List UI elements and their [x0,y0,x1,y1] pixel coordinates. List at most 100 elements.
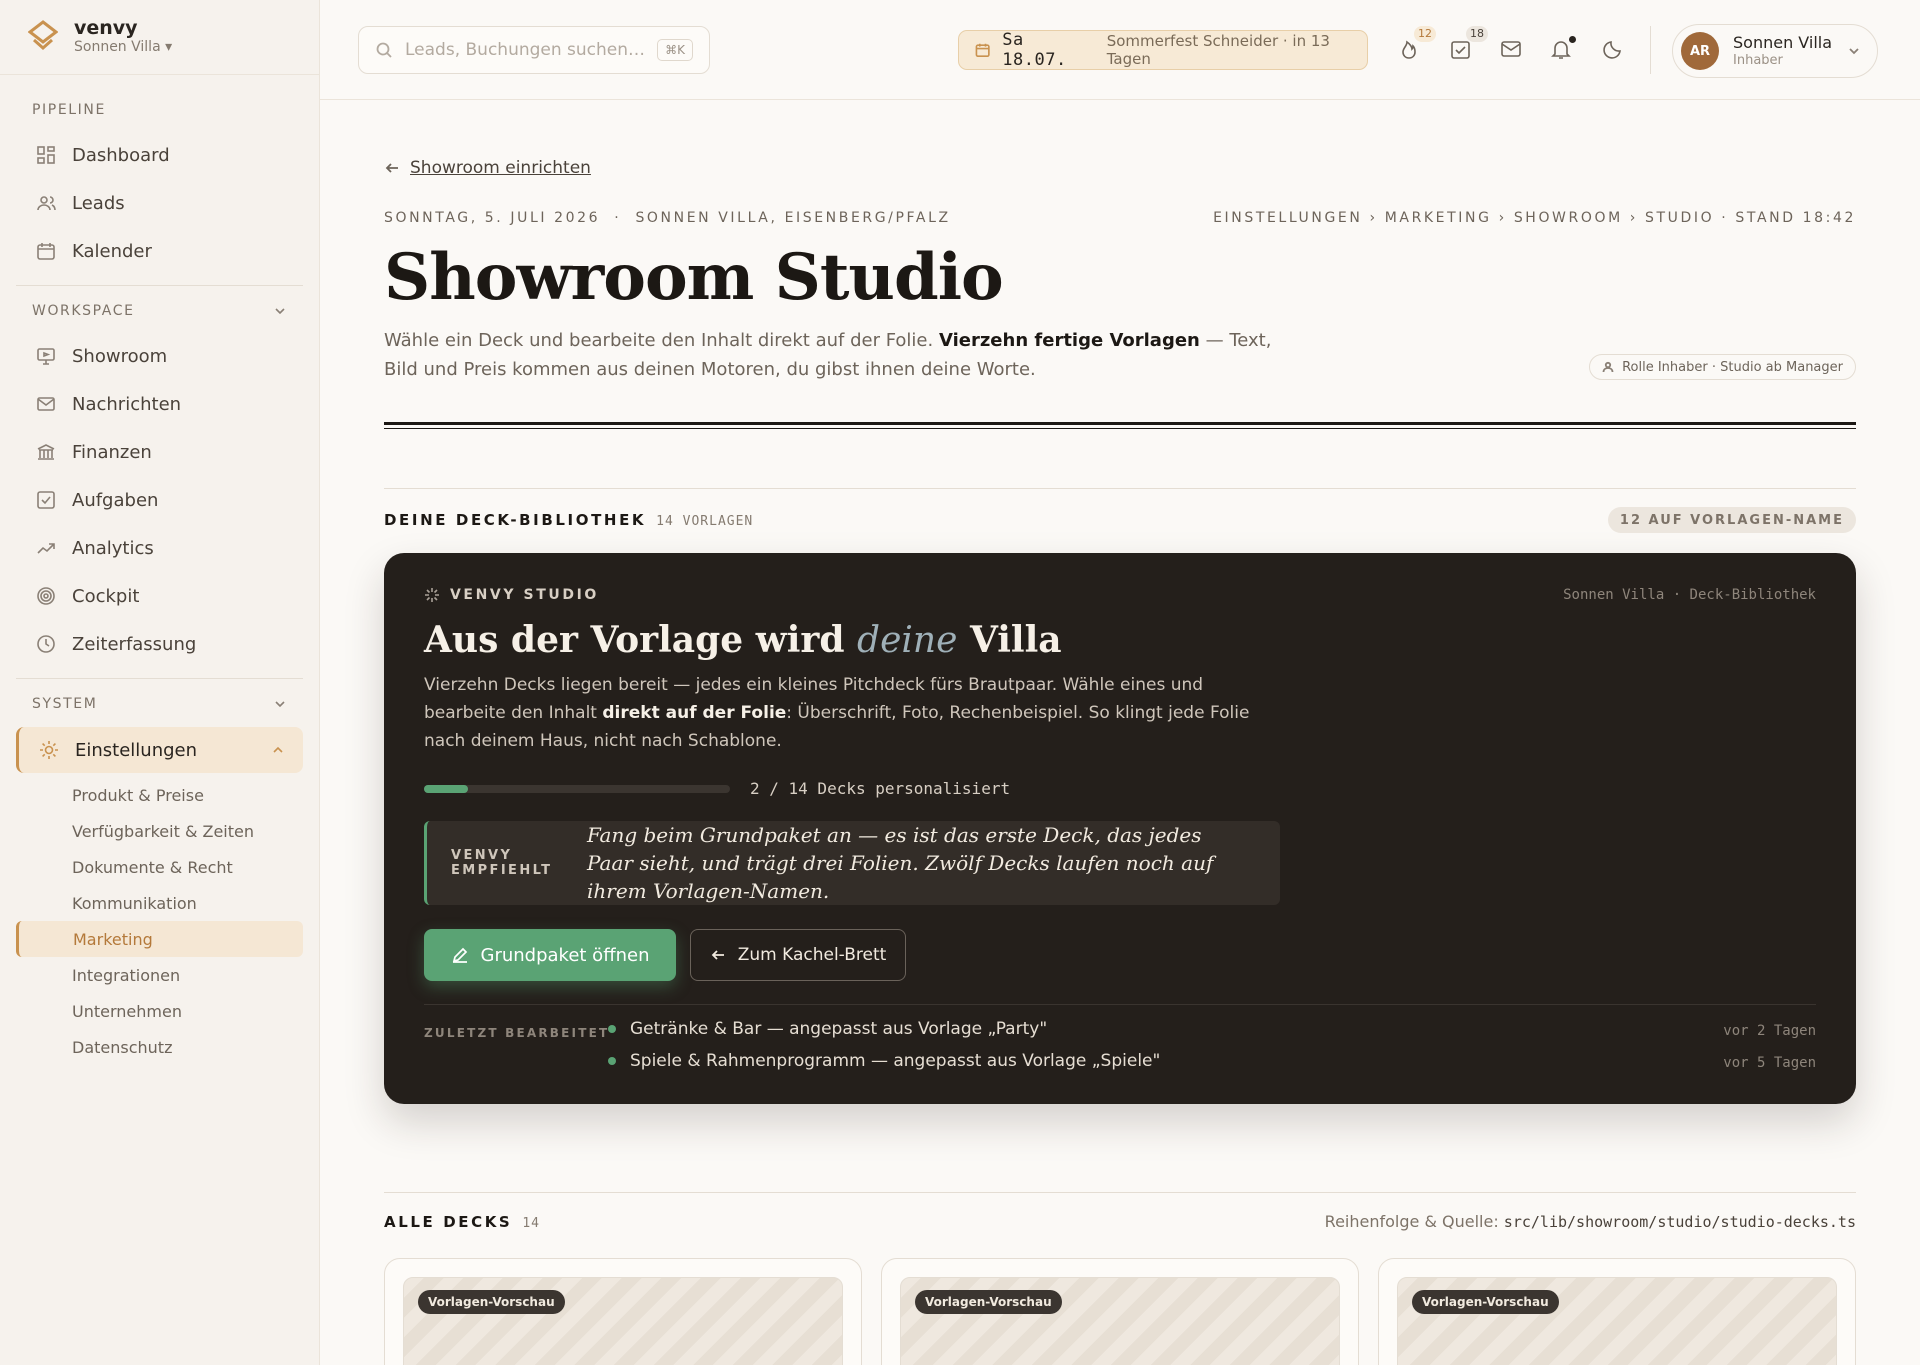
moon-icon [1603,41,1621,59]
library-header: DEINE DECK-BIBLIOTHEK 14 VORLAGEN 12 AUF … [384,507,1856,533]
settings-sub-dokumente[interactable]: Dokumente & Recht [0,849,319,885]
deck-card[interactable]: Vorlagen-Vorschau [384,1258,862,1365]
tasks-badge: 18 [1466,26,1488,42]
chevron-down-icon [275,701,285,708]
dark-mode-toggle[interactable] [1602,38,1626,62]
messages-button[interactable] [1500,38,1524,62]
sidebar-item-nachrichten[interactable]: Nachrichten [0,380,319,428]
recommendation-label: VENVY EMPFIEHLT [451,848,553,878]
settings-sub-produkt[interactable]: Produkt & Preise [0,777,319,813]
library-title: DEINE DECK-BIBLIOTHEK 14 VORLAGEN [384,511,754,529]
library-count: 14 VORLAGEN [656,514,754,529]
chevron-down-icon [275,308,285,315]
all-decks-title: ALLE DECKS 14 [384,1212,540,1231]
sidebar: venvy Sonnen Villa ▾ PIPELINE Dashboard … [0,0,320,1365]
checkbox-icon [1451,41,1470,59]
studio-hero-card: VENVY STUDIO Sonnen Villa · Deck-Bibliot… [384,553,1856,1104]
user-menu[interactable]: AR Sonnen Villa Inhaber [1672,24,1878,78]
progress-label: 2 / 14 Decks personalisiert [750,779,1011,798]
venvy-logo-icon [28,20,58,51]
studio-title: Aus der Vorlage wird deine Villa [424,619,1062,661]
user-icon [1602,361,1614,373]
chevron-down-icon [1849,48,1859,55]
notification-dot [1569,36,1576,43]
divider [16,678,303,679]
recent-time: vor 2 Tagen [1723,1023,1816,1039]
sparkle-icon [425,588,439,602]
breadcrumb: EINSTELLUNGEN › MARKETING › SHOWROOM › S… [1213,210,1856,226]
sun-gear-icon [40,741,58,759]
sidebar-item-showroom[interactable]: Showroom [0,332,319,380]
recent-time: vor 5 Tagen [1723,1055,1816,1071]
search-input[interactable]: Leads, Buchungen suchen… ⌘K [358,26,710,74]
sidebar-item-leads[interactable]: Leads [0,179,319,227]
back-link[interactable]: Showroom einrichten [384,158,591,178]
brand-venue[interactable]: Sonnen Villa ▾ [74,38,172,56]
settings-sub-unternehmen[interactable]: Unternehmen [0,993,319,1029]
page-title: Showroom Studio [384,240,1004,315]
recommendation-text: Fang beim Grundpaket an — es ist das ers… [587,823,1214,903]
settings-sub-integrationen[interactable]: Integrationen [0,957,319,993]
topbar-divider [1650,26,1651,74]
user-name: Sonnen Villa [1733,32,1833,52]
deck-preview: Vorlagen-Vorschau [1397,1277,1837,1365]
section-rule [384,488,1856,489]
mail-icon [1501,41,1521,57]
sidebar-item-kalender[interactable]: Kalender [0,227,319,275]
sidebar-item-cockpit[interactable]: Cockpit [0,572,319,620]
deck-card[interactable]: Vorlagen-Vorschau [881,1258,1359,1365]
avatar: AR [1681,32,1719,70]
recent-label: ZULETZT BEARBEITET [424,1026,610,1040]
checkbox-icon [37,491,55,509]
section-system[interactable]: SYSTEM [0,689,319,719]
brand-name: venvy [74,17,138,39]
personalization-progress [424,785,730,793]
next-event-chip[interactable]: Sa 18.07. Sommerfest Schneider · in 13 T… [958,30,1368,70]
section-pipeline: PIPELINE [32,102,106,118]
tile-board-button[interactable]: Zum Kachel-Brett [690,929,906,981]
sidebar-item-aufgaben[interactable]: Aufgaben [0,476,319,524]
sidebar-item-dashboard[interactable]: Dashboard [0,131,319,179]
search-placeholder: Leads, Buchungen suchen… [405,40,646,60]
recent-item[interactable]: Getränke & Bar — angepasst aus Vorlage „… [608,1019,1047,1039]
sidebar-item-finanzen[interactable]: Finanzen [0,428,319,476]
deck-preview: Vorlagen-Vorschau [403,1277,843,1365]
preview-tag: Vorlagen-Vorschau [418,1290,565,1314]
fire-badge: 12 [1414,26,1436,42]
settings-sub-marketing[interactable]: Marketing [16,921,303,957]
template-name-pill: 12 AUF VORLAGEN-NAME [1607,507,1856,533]
sidebar-item-analytics[interactable]: Analytics [0,524,319,572]
pencil-icon [452,947,467,963]
calendar-icon [975,43,990,58]
date-location: SONNTAG, 5. JULI 2026 · SONNEN VILLA, EI… [384,210,951,226]
recommendation-box: VENVY EMPFIEHLT Fang beim Grundpaket an … [424,821,1280,905]
arrow-left-icon [711,950,724,960]
deck-card[interactable]: Vorlagen-Vorschau [1378,1258,1856,1365]
settings-sub-datenschutz[interactable]: Datenschutz [0,1029,319,1065]
arrow-left-icon [385,163,398,173]
sidebar-item-einstellungen[interactable]: Einstellungen [16,727,303,773]
flame-icon [1402,40,1416,59]
deck-preview: Vorlagen-Vorschau [900,1277,1340,1365]
trend-icon [37,543,55,554]
status-dot [608,1025,616,1033]
bank-icon [37,444,55,460]
brand[interactable]: venvy Sonnen Villa ▾ [0,0,319,75]
notifications-button[interactable] [1550,36,1576,62]
preview-tag: Vorlagen-Vorschau [915,1290,1062,1314]
sidebar-item-zeiterfassung[interactable]: Zeiterfassung [0,620,319,668]
divider [424,1004,1816,1005]
tasks-button[interactable]: 18 [1450,26,1488,62]
open-grundpaket-button[interactable]: Grundpaket öffnen [424,929,676,981]
recent-item[interactable]: Spiele & Rahmenprogramm — angepasst aus … [608,1051,1160,1071]
fire-button[interactable]: 12 [1398,26,1436,62]
settings-sub-verfuegbarkeit[interactable]: Verfügbarkeit & Zeiten [0,813,319,849]
section-workspace[interactable]: WORKSPACE [0,296,319,326]
settings-sub-kommunikation[interactable]: Kommunikation [0,885,319,921]
chevron-up-icon [273,746,283,753]
title-rule-thin [384,428,1856,429]
search-shortcut: ⌘K [657,39,693,61]
users-icon [37,196,56,211]
studio-eyebrow: VENVY STUDIO [424,587,599,603]
section-rule [384,1192,1856,1193]
